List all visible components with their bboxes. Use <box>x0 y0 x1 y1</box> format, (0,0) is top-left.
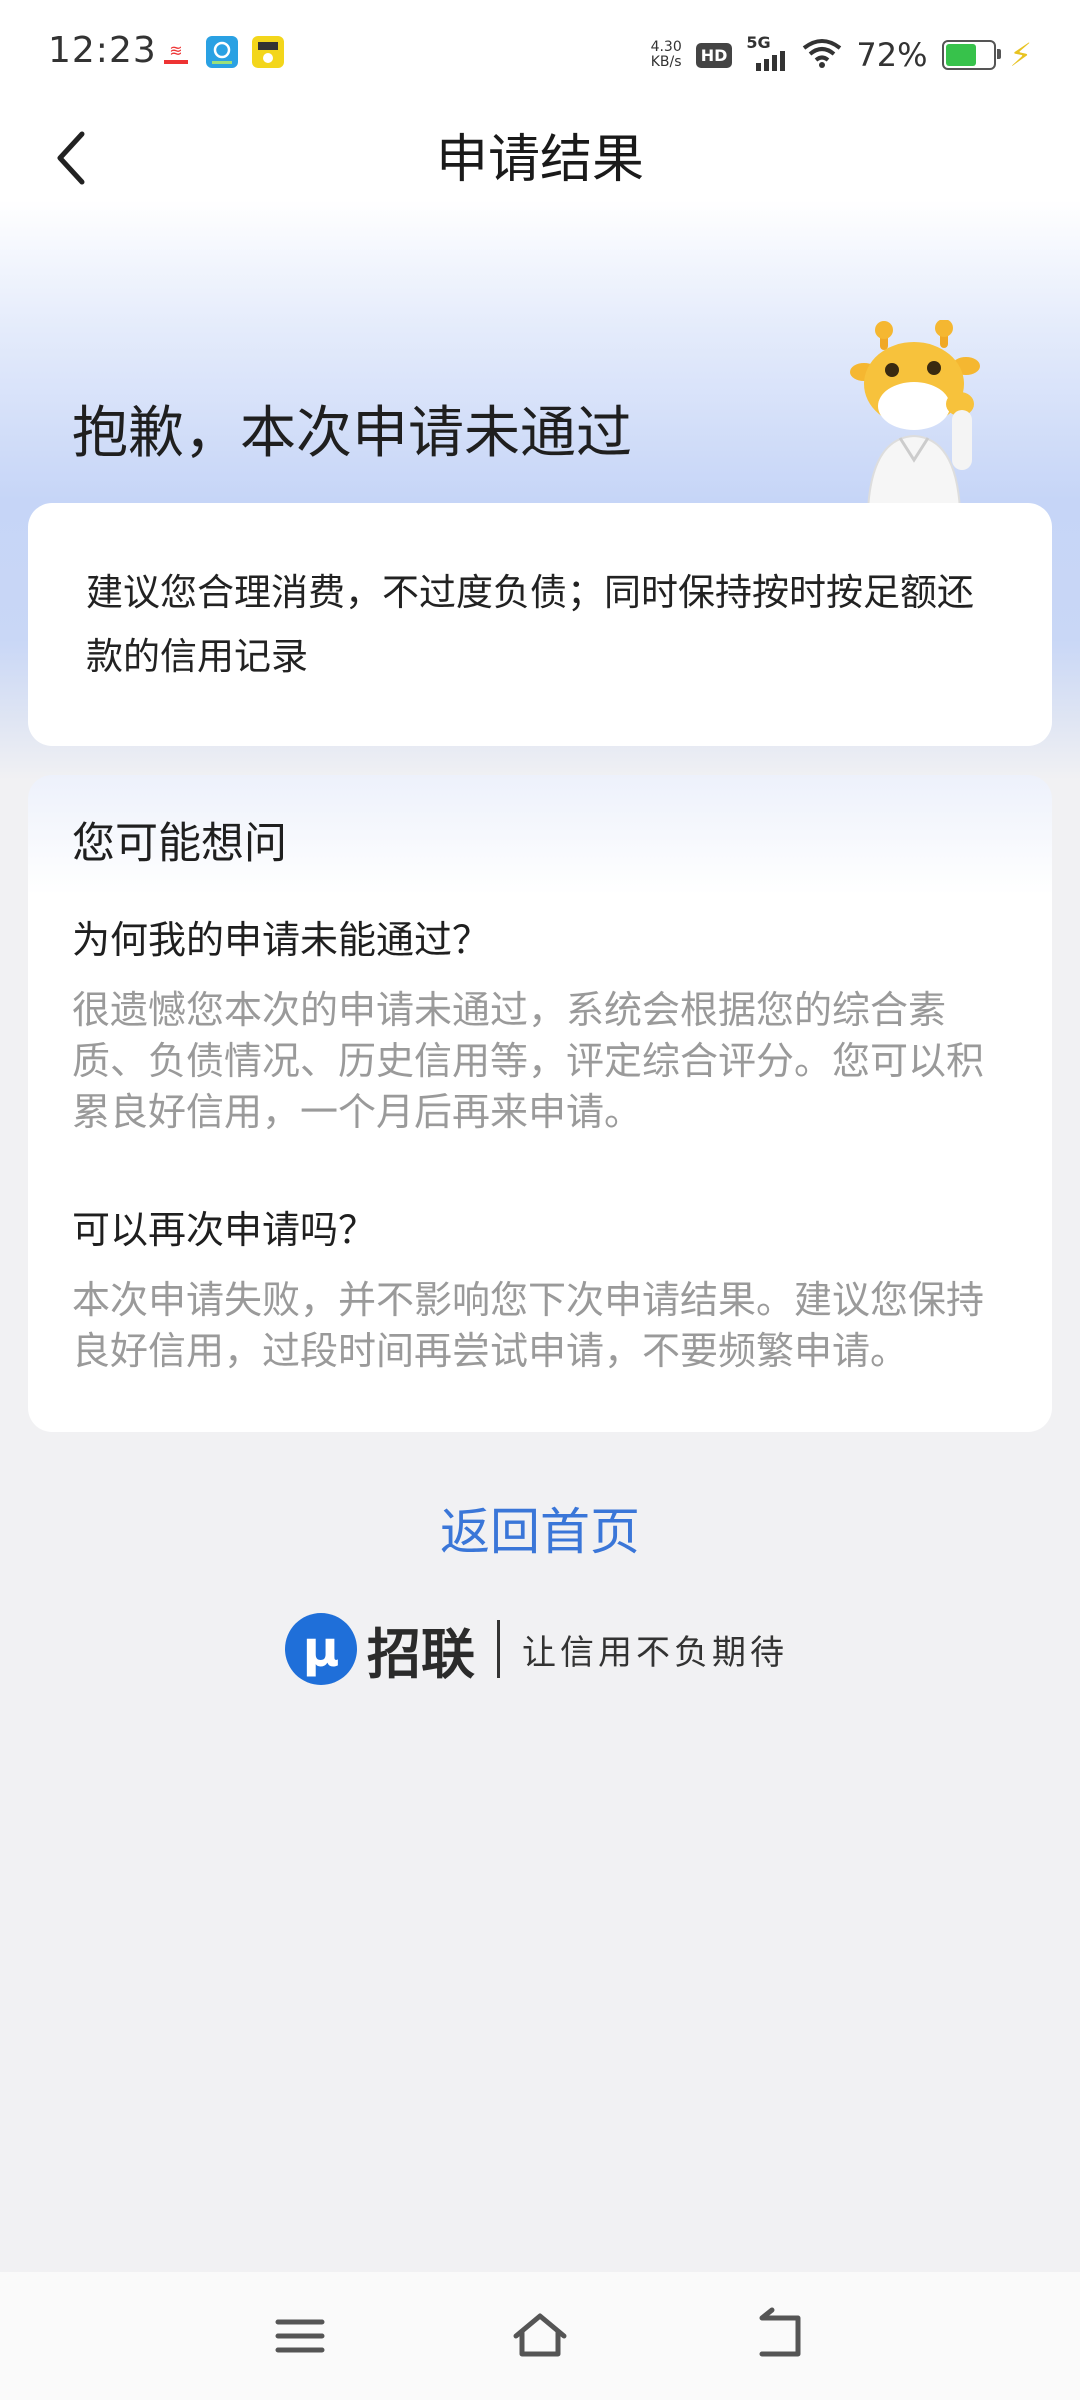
return-home-button[interactable]: 返回首页 <box>0 1492 1080 1564</box>
network-speed-unit: KB/s <box>650 54 682 70</box>
system-nav-bar <box>0 2272 1080 2400</box>
system-back-button[interactable] <box>750 2306 810 2366</box>
brand-divider <box>497 1620 500 1678</box>
home-icon <box>513 2313 567 2357</box>
battery-percent: 72% <box>856 36 928 74</box>
app-icon-2 <box>206 36 238 68</box>
result-title: 抱歉，本次申请未通过 <box>72 401 632 466</box>
faq-question: 可以再次申请吗？ <box>72 1208 377 1252</box>
faq-answer: 本次申请失败，并不影响您下次申请结果。建议您保持良好信用，过段时间再尝试申请，不… <box>72 1278 985 1373</box>
app-icon-1: ≋ <box>160 36 192 68</box>
top-nav-bar: 申请结果 <box>0 110 1080 220</box>
signal-icon: 5G <box>746 33 788 75</box>
menu-icon <box>275 2319 325 2353</box>
network-speed: 4.30 KB/s <box>651 40 682 70</box>
menu-button[interactable] <box>270 2306 330 2366</box>
network-type: 5G <box>746 33 771 52</box>
giraffe-mascot-icon <box>848 319 998 511</box>
faq-heading: 您可能想问 <box>72 819 287 869</box>
svg-text:≋: ≋ <box>169 41 182 60</box>
page-title: 申请结果 <box>435 130 644 190</box>
app-icon-3 <box>252 36 284 68</box>
status-time: 12:23 <box>48 30 157 71</box>
advice-text: 建议您合理消费，不过度负债；同时保持按时按足额还款的信用记录 <box>86 571 974 678</box>
battery-icon <box>941 40 1001 70</box>
faq-question: 为何我的申请未能通过？ <box>72 918 491 962</box>
status-indicators: 4.30 KB/s HD 5G 72% ⚡ <box>651 30 1032 80</box>
faq-answer: 很遗憾您本次的申请未通过，系统会根据您的综合素质、负债情况、历史信用等，评定综合… <box>72 988 985 1134</box>
advice-card: 建议您合理消费，不过度负债；同时保持按时按足额还款的信用记录 <box>28 503 1052 746</box>
brand-footer: μ 招联 让信用不负期待 <box>285 1612 788 1686</box>
brand-slogan: 让信用不负期待 <box>522 1632 788 1673</box>
home-button[interactable] <box>510 2306 570 2366</box>
wifi-icon <box>802 38 842 72</box>
charging-icon: ⚡ <box>1009 36 1032 74</box>
hd-badge: HD <box>695 42 733 68</box>
back-icon <box>759 2307 801 2357</box>
status-bar: 12:23 ≋ 4.30 KB/s HD 5G 72% ⚡ <box>0 0 1080 110</box>
brand-name: 招联 <box>367 1622 475 1686</box>
faq-card: 您可能想问 为何我的申请未能通过？ 很遗憾您本次的申请未通过，系统会根据您的综合… <box>28 775 1052 1432</box>
network-speed-value: 4.30 <box>650 39 682 55</box>
brand-logo-icon: μ <box>285 1613 357 1685</box>
